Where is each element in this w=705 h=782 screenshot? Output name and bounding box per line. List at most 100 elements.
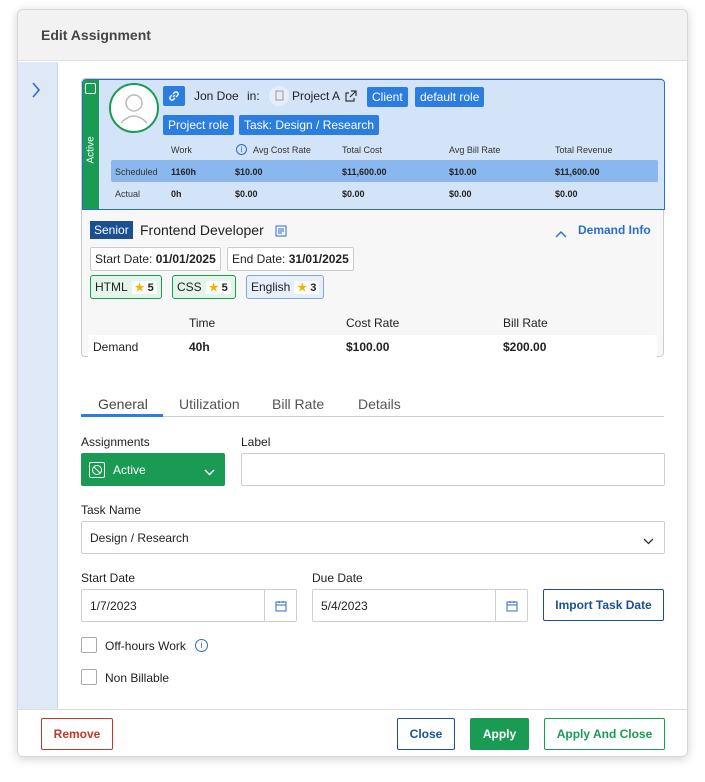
label-label: Label: [241, 435, 271, 449]
document-icon: [269, 86, 289, 106]
scheduled-total-cost: $11,600.00: [342, 167, 387, 177]
role-title: Frontend Developer: [140, 222, 264, 238]
demand-end-date: End Date: 31/01/2025: [227, 247, 354, 271]
modal-title: Edit Assignment: [41, 27, 151, 43]
start-date-value: 1/7/2023: [90, 598, 137, 613]
off-hours-label: Off-hours Work: [105, 639, 186, 653]
calendar-icon[interactable]: [495, 590, 527, 621]
due-date-input[interactable]: 5/4/2023: [312, 589, 528, 622]
external-link-icon[interactable]: [345, 89, 357, 107]
modal-header: Edit Assignment: [18, 10, 687, 61]
seniority-badge: Senior: [90, 221, 133, 239]
skill-level: ★ 3: [294, 280, 320, 294]
assignments-select[interactable]: Active: [81, 453, 225, 486]
star-icon: ★: [208, 281, 219, 294]
demand-info-toggle[interactable]: Demand Info: [578, 223, 651, 237]
actual-total-revenue: $0.00: [555, 189, 578, 199]
scheduled-total-revenue: $11,600.00: [555, 167, 600, 177]
apply-and-close-button[interactable]: Apply And Close: [544, 718, 665, 750]
task-name-value: Design / Research: [90, 530, 189, 545]
start-date-label: Start Date: [81, 571, 136, 585]
demand-time-value: 40h: [189, 340, 210, 354]
chip-client[interactable]: Client: [367, 87, 408, 107]
chip-task[interactable]: Task: Design / Research: [239, 115, 380, 135]
assignments-value: Active: [113, 462, 146, 477]
close-button[interactable]: Close: [397, 718, 455, 750]
demand-start-date: Start Date: 01/01/2025: [90, 247, 221, 271]
actual-avg-bill-rate: $0.00: [449, 189, 472, 199]
calendar-icon[interactable]: [264, 590, 296, 621]
assignment-card: Active Jon Doe in: Project A Client defa: [81, 78, 665, 358]
chevron-down-icon: [204, 465, 215, 479]
document-icon: [275, 224, 287, 242]
demand-col-time: Time: [189, 316, 216, 330]
tab-bill-rate[interactable]: Bill Rate: [272, 396, 324, 412]
non-billable-label: Non Billable: [105, 671, 170, 685]
chevron-right-icon[interactable]: [31, 82, 41, 103]
actual-avg-cost-rate: $0.00: [235, 189, 258, 199]
edit-assignment-modal: Edit Assignment Active Jon Doe in: Proje…: [17, 9, 688, 757]
tab-bar: [81, 416, 664, 417]
skill-level-value: 5: [147, 281, 154, 294]
chevron-down-icon: [643, 534, 654, 548]
demand-col-bill-rate: Bill Rate: [503, 316, 548, 330]
row-actual-label: Actual: [115, 189, 141, 199]
apply-button[interactable]: Apply: [470, 718, 529, 750]
tab-details[interactable]: Details: [358, 396, 401, 412]
resource-name[interactable]: Jon Doe: [194, 89, 239, 103]
status-text: Active: [85, 136, 97, 164]
start-date-input[interactable]: 1/7/2023: [81, 589, 297, 622]
tab-general[interactable]: General: [98, 396, 148, 412]
row-scheduled-label: Scheduled: [115, 167, 158, 177]
tab-utilization[interactable]: Utilization: [179, 396, 240, 412]
resource-summary: Active Jon Doe in: Project A Client defa: [82, 79, 665, 210]
chip-default-role[interactable]: default role: [415, 87, 485, 107]
task-name-select[interactable]: Design / Research: [81, 521, 665, 554]
end-date-label: End Date:: [232, 252, 286, 266]
skill-english: English ★ 3: [246, 275, 325, 299]
star-icon: ★: [134, 281, 145, 294]
skill-name: English: [251, 280, 291, 294]
start-date-label: Start Date:: [95, 252, 153, 266]
modal-footer: Remove Close Apply Apply And Close: [18, 709, 687, 756]
chip-project-role[interactable]: Project role: [163, 115, 234, 135]
col-total-revenue: Total Revenue: [555, 145, 613, 155]
col-work: Work: [171, 145, 192, 155]
status-clock-icon: [89, 461, 105, 478]
task-name-label: Task Name: [81, 503, 142, 517]
project-name[interactable]: Project A: [292, 89, 340, 103]
off-hours-checkbox[interactable]: [81, 637, 97, 653]
status-strip: Active: [83, 80, 99, 209]
demand-col-cost-rate: Cost Rate: [346, 316, 400, 330]
skill-name: CSS: [177, 280, 202, 294]
star-icon: ★: [297, 281, 308, 294]
scheduled-avg-cost-rate: $10.00: [235, 167, 263, 177]
actual-total-cost: $0.00: [342, 189, 365, 199]
chevron-up-icon[interactable]: [555, 225, 567, 243]
skill-html: HTML ★ 5: [90, 275, 162, 299]
skill-name: HTML: [95, 280, 128, 294]
info-icon: i: [236, 144, 247, 155]
demand-row-label: Demand: [93, 340, 139, 354]
scheduled-avg-bill-rate: $10.00: [449, 167, 477, 177]
non-billable-checkbox[interactable]: [81, 669, 97, 685]
label-input[interactable]: [241, 453, 665, 486]
status-clock-icon: [85, 83, 96, 94]
skill-css: CSS ★ 5: [172, 275, 236, 299]
import-task-date-button[interactable]: Import Task Date: [543, 589, 664, 621]
demand-bill-rate-value: $200.00: [503, 340, 547, 354]
avatar: [109, 83, 159, 133]
tab-active-indicator: [81, 414, 163, 417]
col-total-cost: Total Cost: [342, 145, 383, 155]
skill-level: ★ 5: [131, 280, 157, 294]
end-date-value: 31/01/2025: [288, 252, 349, 266]
actual-work: 0h: [171, 189, 182, 199]
skill-level-value: 5: [221, 281, 228, 294]
col-avg-bill-rate: Avg Bill Rate: [449, 145, 501, 155]
remove-button[interactable]: Remove: [41, 718, 113, 750]
link-icon[interactable]: [163, 86, 185, 106]
skill-level: ★ 5: [205, 280, 231, 294]
start-date-value: 01/01/2025: [155, 252, 216, 266]
skill-level-value: 3: [310, 281, 317, 294]
info-icon: i: [195, 639, 208, 652]
